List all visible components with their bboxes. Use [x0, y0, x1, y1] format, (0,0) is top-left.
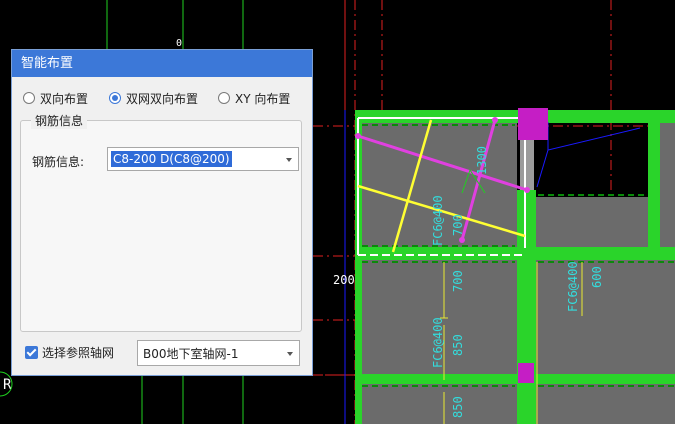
dim-700-b: 700 — [451, 270, 465, 292]
label-fc6-400-c: FC6@400 — [431, 317, 445, 368]
dialog-title[interactable]: 智能布置 — [12, 50, 312, 77]
ref-axis-label: 选择参照轴网 — [42, 346, 115, 360]
group-title: 钢筋信息 — [31, 112, 88, 129]
rebar-info-group: 钢筋信息 钢筋信息: C8-200 D(C8@200) — [20, 112, 302, 332]
layout-mode-radios: 双向布置 双网双向布置 XY 向布置 — [23, 89, 306, 107]
label-fc6-400-b: FC6@400 — [566, 261, 580, 312]
radio-icon — [23, 92, 35, 104]
rebar-info-label: 钢筋信息: — [32, 155, 85, 169]
axis-grid-value: B00地下室轴网-1 — [143, 347, 239, 361]
radio-checked-icon — [109, 92, 121, 104]
chevron-down-icon[interactable] — [286, 158, 292, 162]
dim-600: 600 — [590, 266, 604, 288]
radio-double-mesh-two-way[interactable]: 双网双向布置 — [109, 89, 198, 107]
radio-label: 双网双向布置 — [126, 91, 199, 106]
dim-700-a: 700 — [451, 214, 465, 236]
ref-axis-checkbox[interactable]: 选择参照轴网 — [25, 344, 114, 361]
radio-xy[interactable]: XY 向布置 — [218, 89, 290, 107]
rebar-info-value[interactable]: C8-200 D(C8@200) — [111, 151, 232, 167]
axis-marker: 0 — [176, 38, 182, 49]
radio-icon — [218, 92, 230, 104]
smart-layout-dialog: 智能布置 双向布置 双网双向布置 XY 向布置 钢筋信息 钢筋信息: C8-20… — [11, 49, 313, 376]
radio-two-way[interactable]: 双向布置 — [23, 89, 88, 107]
axis-grid-select[interactable]: B00地下室轴网-1 — [137, 340, 300, 366]
dim-200: 200 — [333, 273, 355, 287]
dim-1300: 1300 — [475, 146, 489, 175]
dim-850-b: 850 — [451, 396, 465, 418]
chevron-down-icon[interactable] — [287, 352, 293, 356]
rebar-info-combo[interactable]: C8-200 D(C8@200) — [107, 147, 299, 171]
checkbox-checked-icon[interactable] — [25, 346, 38, 359]
radio-label: 双向布置 — [40, 91, 89, 106]
label-fc6-400-a: FC6@400 — [431, 195, 445, 246]
radio-label: XY 向布置 — [235, 91, 291, 106]
dim-850-a: 850 — [451, 334, 465, 356]
